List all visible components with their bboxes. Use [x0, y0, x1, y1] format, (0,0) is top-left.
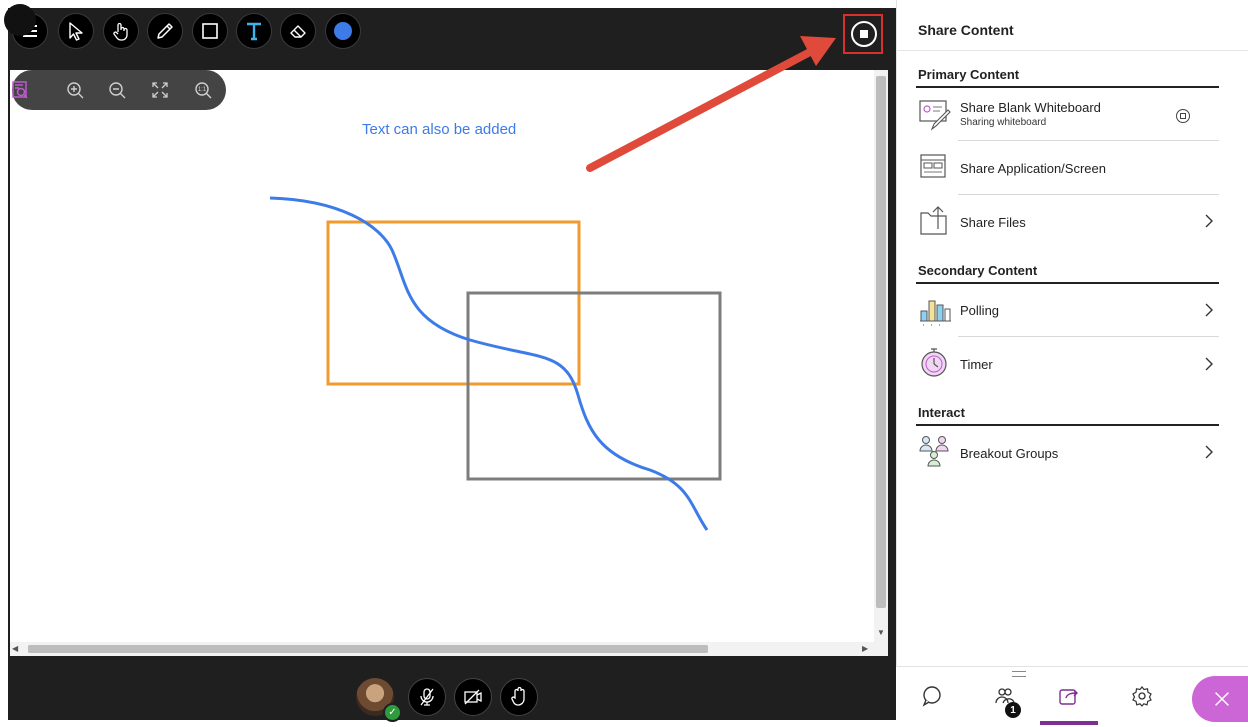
fit-screen-icon [152, 82, 168, 98]
item-divider [958, 194, 1219, 195]
scroll-corner [874, 642, 888, 656]
tab-chat[interactable] [912, 676, 952, 716]
chevron-right-icon [1205, 445, 1213, 459]
settings-icon [1132, 686, 1152, 707]
application-screen-icon [920, 154, 946, 178]
horizontal-scroll-thumb[interactable] [28, 645, 708, 653]
status-check-icon: ✓ [383, 703, 402, 722]
fit-screen-button[interactable] [146, 76, 174, 104]
chevron-right-icon [1205, 357, 1213, 371]
zoom-in-button[interactable] [61, 76, 89, 104]
whiteboard-icon [919, 100, 951, 131]
chat-icon [922, 686, 941, 707]
close-panel-button[interactable] [1192, 676, 1248, 722]
actual-size-icon: 1:1 [195, 82, 212, 99]
whiteboard-text: Text can also be added [362, 121, 517, 138]
section-primary-content: Primary Content [918, 67, 1020, 82]
gray-rectangle [466, 291, 722, 481]
timer-label: Timer [960, 357, 993, 372]
polling-item[interactable] [912, 288, 1222, 334]
polling-icon [920, 300, 951, 326]
zoom-out-button[interactable] [103, 76, 131, 104]
zoom-region-button[interactable] [6, 76, 34, 104]
scroll-left-arrow[interactable]: ◀ [12, 644, 22, 654]
section-divider [916, 424, 1219, 426]
tab-settings[interactable] [1122, 676, 1162, 716]
breakout-groups-item[interactable] [912, 430, 1222, 476]
stop-share-whiteboard-icon[interactable] [1176, 109, 1190, 123]
section-secondary-content: Secondary Content [918, 263, 1038, 278]
annotation-arrow [586, 48, 814, 172]
zoom-region-button-bg [4, 4, 36, 36]
section-divider [916, 282, 1219, 284]
timer-item[interactable] [912, 340, 1222, 386]
active-tab-indicator [1040, 721, 1098, 725]
vertical-scroll-thumb[interactable] [876, 76, 886, 608]
share-files-icon [920, 206, 947, 235]
zoom-out-icon [109, 82, 126, 99]
camera-button[interactable] [454, 678, 492, 716]
zoom-in-icon [67, 82, 84, 99]
attendees-count-badge: 1 [1005, 702, 1021, 718]
share-whiteboard-label: Share Blank Whiteboard [960, 100, 1101, 115]
breakout-groups-icon [919, 436, 949, 467]
breakout-groups-label: Breakout Groups [960, 446, 1059, 461]
close-icon [1215, 692, 1229, 706]
timer-icon [921, 348, 947, 377]
panel-title-divider [896, 50, 1248, 51]
orange-rectangle [326, 220, 581, 386]
mute-microphone-icon [420, 688, 434, 706]
item-divider [958, 140, 1219, 141]
raise-hand-icon [511, 686, 525, 706]
chevron-right-icon [1205, 303, 1213, 317]
item-divider [958, 336, 1219, 337]
share-files-label: Share Files [960, 215, 1026, 230]
microphone-button[interactable] [408, 678, 446, 716]
zoom-region-icon [12, 81, 28, 99]
polling-label: Polling [960, 303, 1000, 318]
session-controls-bar [8, 658, 896, 720]
share-content-icon [1059, 689, 1078, 705]
share-files-item[interactable] [912, 198, 1222, 246]
svg-text:1:1: 1:1 [198, 87, 207, 93]
camera-off-icon [464, 689, 482, 705]
scroll-down-arrow[interactable]: ▼ [876, 628, 886, 638]
share-application-label: Share Application/Screen [960, 161, 1106, 176]
tab-share-content[interactable] [1049, 676, 1089, 716]
raise-hand-button[interactable] [500, 678, 538, 716]
share-whiteboard-status: Sharing whiteboard [960, 117, 1047, 128]
chevron-right-icon [1205, 214, 1213, 228]
scroll-right-arrow[interactable]: ▶ [862, 644, 872, 654]
section-interact: Interact [918, 405, 965, 420]
actual-size-button[interactable]: 1:1 [189, 76, 217, 104]
section-divider [916, 86, 1219, 88]
panel-title: Share Content [918, 22, 1014, 38]
